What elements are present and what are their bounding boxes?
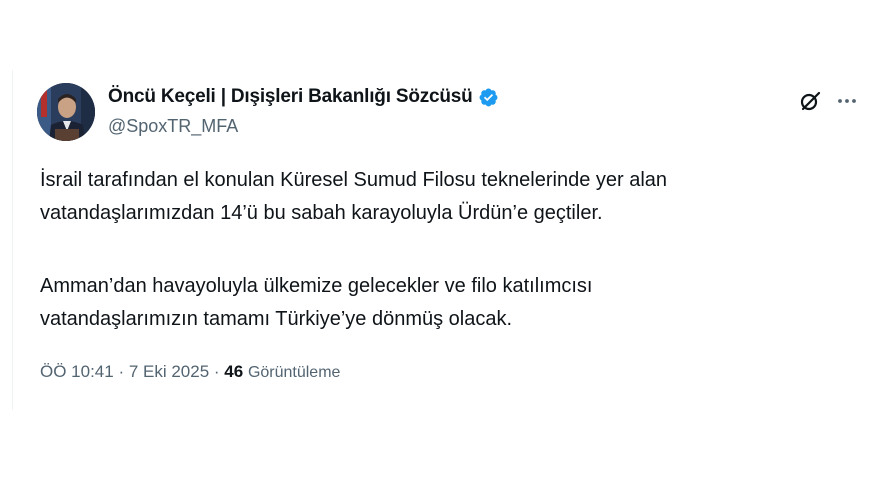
tweet-text-line: vatandaşlarımızdan 14’ü bu sabah karayol… xyxy=(40,202,603,224)
tweet-text-paragraph-1: İsrail tarafından el konulan Küresel Sum… xyxy=(40,164,667,230)
meta-separator: · xyxy=(113,362,129,381)
tweet-text-paragraph-2: Amman’dan havayoluyla ülkemize gelecekle… xyxy=(40,270,592,336)
tweet-card[interactable]: Öncü Keçeli | Dışişleri Bakanlığı Sözcüs… xyxy=(12,70,871,410)
verified-badge-icon[interactable] xyxy=(478,87,499,108)
tweet-text-line: İsrail tarafından el konulan Küresel Sum… xyxy=(40,169,668,191)
tweet-meta: ÖÖ 10:41 · 7 Eki 2025 · 46 Görüntüleme xyxy=(40,362,340,382)
tweet-date[interactable]: 7 Eki 2025 xyxy=(129,362,209,381)
tweet-text-line: Amman’dan havayoluyla ülkemize gelecekle… xyxy=(40,275,593,297)
grok-icon[interactable] xyxy=(798,89,822,113)
author-name-row[interactable]: Öncü Keçeli | Dışişleri Bakanlığı Sözcüs… xyxy=(108,86,499,108)
views-label[interactable]: Görüntüleme xyxy=(248,364,341,381)
views-count[interactable]: 46 xyxy=(224,362,243,381)
more-icon[interactable] xyxy=(835,89,859,113)
author-handle[interactable]: @SpoxTR_MFA xyxy=(108,116,238,137)
avatar-image xyxy=(37,83,95,141)
tweet-time[interactable]: ÖÖ 10:41 xyxy=(40,362,114,381)
author-display-name[interactable]: Öncü Keçeli | Dışişleri Bakanlığı Sözcüs… xyxy=(108,86,473,108)
tweet-text-line: vatandaşlarımızın tamamı Türkiye’ye dönm… xyxy=(40,308,513,330)
avatar[interactable] xyxy=(37,83,95,141)
screenshot-stage: Öncü Keçeli | Dışişleri Bakanlığı Sözcüs… xyxy=(0,0,880,495)
meta-separator: · xyxy=(209,362,225,381)
